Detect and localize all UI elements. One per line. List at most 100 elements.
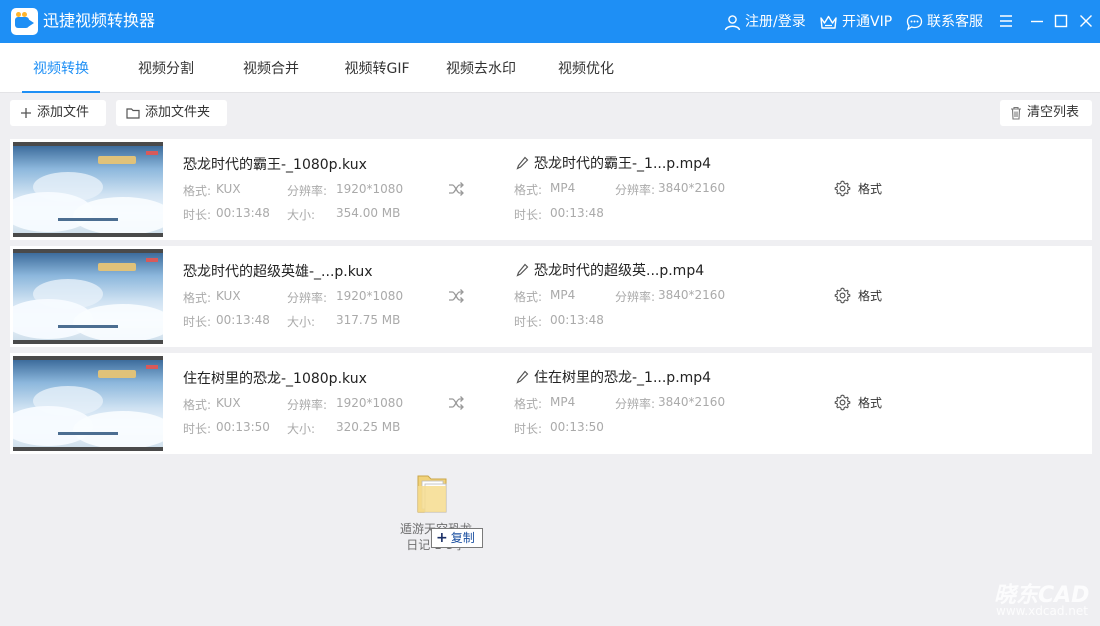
output-resolution: 3840*2160 [658, 288, 726, 302]
support-label: 联系客服 [927, 14, 983, 30]
output-format-label: 格式: [514, 183, 543, 197]
file-row[interactable]: 恐龙时代的超级英雄-_...p.kux 格式: KUX 分辨率: 1920*10… [10, 246, 1092, 347]
output-format-label: 格式: [514, 290, 543, 304]
plus-icon: + [436, 530, 448, 546]
add-file-label: 添加文件 [37, 105, 90, 120]
output-format-label: 格式: [514, 397, 543, 411]
format-settings-label: 格式 [858, 181, 883, 196]
source-size: 320.25 MB [336, 420, 401, 434]
source-duration: 00:13:48 [216, 313, 270, 327]
source-resolution-label: 分辨率: [287, 291, 328, 305]
output-resolution-label: 分辨率: [615, 397, 656, 411]
login-label: 注册/登录 [745, 14, 806, 30]
title-bar: 迅捷视频转换器 注册/登录 开通VIP 联系客服 [0, 0, 1100, 43]
app-title: 迅捷视频转换器 [43, 11, 156, 30]
copy-label: 复制 [450, 531, 475, 545]
add-file-button[interactable]: 添加文件 [10, 100, 106, 126]
source-file-name: 恐龙时代的霸王-_1080p.kux [183, 157, 367, 173]
source-size: 354.00 MB [336, 206, 401, 220]
source-resolution: 1920*1080 [336, 182, 404, 196]
copy-drop-badge: + 复制 [431, 528, 483, 548]
format-settings-button[interactable]: 格式 [834, 179, 882, 197]
source-resolution: 1920*1080 [336, 396, 404, 410]
file-row[interactable]: 住在树里的恐龙-_1080p.kux 格式: KUX 分辨率: 1920*108… [10, 353, 1092, 454]
source-format-label: 格式: [183, 184, 212, 198]
output-duration-label: 时长: [514, 422, 543, 436]
clear-list-label: 清空列表 [1027, 105, 1080, 120]
trash-icon [1011, 106, 1021, 120]
source-duration: 00:13:50 [216, 420, 270, 434]
tab-video-merge[interactable]: 视频合并 [233, 43, 309, 93]
source-resolution-label: 分辨率: [287, 398, 328, 412]
video-thumbnail [13, 142, 163, 237]
source-resolution-label: 分辨率: [287, 184, 328, 198]
source-duration: 00:13:48 [216, 206, 270, 220]
output-duration-label: 时长: [514, 208, 543, 222]
source-size-label: 大小: [287, 422, 316, 436]
plus-icon [21, 108, 31, 118]
output-file-name-field[interactable]: 住在树里的恐龙-_1...p.mp4 [516, 367, 711, 387]
tab-video-split[interactable]: 视频分割 [128, 43, 204, 93]
format-settings-label: 格式 [858, 395, 883, 410]
menu-icon[interactable] [997, 12, 1015, 30]
source-size-label: 大小: [287, 208, 316, 222]
minimize-icon[interactable] [1028, 12, 1046, 30]
source-size: 317.75 MB [336, 313, 401, 327]
output-file-name-field[interactable]: 恐龙时代的霸王-_1...p.mp4 [516, 153, 711, 173]
output-duration: 00:13:48 [550, 206, 604, 220]
support-button[interactable]: 联系客服 [906, 12, 983, 32]
source-format: KUX [216, 182, 241, 196]
shuffle-icon [449, 182, 464, 196]
tab-video-convert[interactable]: 视频转换 [22, 43, 100, 93]
output-file-name: 住在树里的恐龙-_1...p.mp4 [534, 370, 712, 386]
tab-remove-watermark[interactable]: 视频去水印 [436, 43, 526, 93]
output-format: MP4 [550, 395, 576, 409]
output-file-name-field[interactable]: 恐龙时代的超级英...p.mp4 [516, 260, 704, 280]
add-folder-button[interactable]: 添加文件夹 [116, 100, 227, 126]
format-settings-button[interactable]: 格式 [834, 286, 882, 304]
chat-icon [906, 14, 923, 31]
maximize-icon[interactable] [1052, 12, 1070, 30]
crown-icon [820, 15, 837, 29]
output-file-name: 恐龙时代的超级英...p.mp4 [534, 263, 705, 279]
output-resolution: 3840*2160 [658, 181, 726, 195]
login-button[interactable]: 注册/登录 [724, 12, 806, 32]
source-duration-label: 时长: [183, 422, 212, 436]
output-duration-label: 时长: [514, 315, 543, 329]
format-settings-button[interactable]: 格式 [834, 393, 882, 411]
clear-list-button[interactable]: 清空列表 [1000, 100, 1092, 126]
add-folder-label: 添加文件夹 [145, 105, 211, 120]
edit-pencil-icon [516, 263, 529, 277]
edit-pencil-icon [516, 370, 529, 384]
video-thumbnail [13, 249, 163, 344]
source-format-label: 格式: [183, 398, 212, 412]
shuffle-icon [449, 289, 464, 303]
source-format: KUX [216, 289, 241, 303]
output-duration: 00:13:48 [550, 313, 604, 327]
tab-video-optimize[interactable]: 视频优化 [548, 43, 624, 93]
source-size-label: 大小: [287, 315, 316, 329]
source-duration-label: 时长: [183, 315, 212, 329]
source-duration-label: 时长: [183, 208, 212, 222]
video-thumbnail [13, 356, 163, 451]
gear-icon [834, 394, 851, 410]
shuffle-icon [449, 396, 464, 410]
output-resolution: 3840*2160 [658, 395, 726, 409]
output-resolution-label: 分辨率: [615, 183, 656, 197]
edit-pencil-icon [516, 156, 529, 170]
close-icon[interactable] [1077, 12, 1095, 30]
dragged-folder-icon [417, 475, 447, 513]
folder-icon [126, 108, 140, 119]
vip-label: 开通VIP [842, 14, 893, 30]
format-settings-label: 格式 [858, 288, 883, 303]
tab-video-to-gif[interactable]: 视频转GIF [335, 43, 419, 93]
vip-button[interactable]: 开通VIP [819, 12, 892, 32]
gear-icon [834, 180, 851, 196]
tab-bar: 视频转换 视频分割 视频合并 视频转GIF 视频去水印 视频优化 [0, 43, 1100, 93]
file-row[interactable]: 恐龙时代的霸王-_1080p.kux 格式: KUX 分辨率: 1920*108… [10, 139, 1092, 240]
source-file-name: 恐龙时代的超级英雄-_...p.kux [183, 264, 373, 280]
app-logo-icon [11, 8, 38, 35]
source-file-name: 住在树里的恐龙-_1080p.kux [183, 371, 367, 387]
source-format-label: 格式: [183, 291, 212, 305]
source-format: KUX [216, 396, 241, 410]
